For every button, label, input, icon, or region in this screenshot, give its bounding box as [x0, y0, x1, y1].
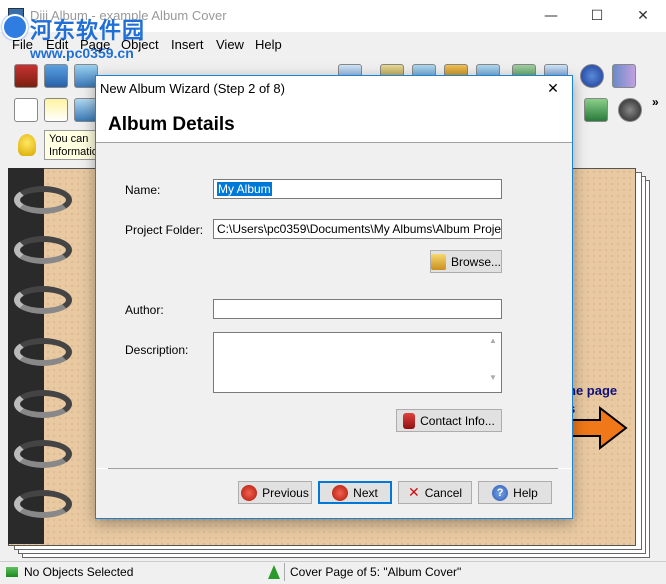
- exit-door-icon[interactable]: [612, 64, 636, 88]
- name-input-selected-text: My Album: [217, 182, 272, 196]
- menu-page[interactable]: Page: [80, 37, 110, 52]
- layout-icon[interactable]: [584, 98, 608, 122]
- next-page-arrow-icon[interactable]: [570, 406, 628, 450]
- status-divider: [284, 563, 285, 581]
- status-selection: No Objects Selected: [24, 565, 134, 579]
- next-button[interactable]: Next: [318, 481, 392, 504]
- open-folder-icon: [431, 253, 446, 270]
- cancel-button[interactable]: ✕ Cancel: [398, 481, 472, 504]
- contact-info-label: Contact Info...: [420, 413, 495, 428]
- new-page-icon[interactable]: [14, 98, 38, 122]
- description-textarea[interactable]: [213, 332, 502, 393]
- name-input[interactable]: My Album: [213, 179, 502, 199]
- menu-object[interactable]: Object: [121, 37, 159, 52]
- back-arrow-icon: [241, 484, 258, 501]
- help-icon[interactable]: [580, 64, 604, 88]
- menu-edit[interactable]: Edit: [46, 37, 68, 52]
- contact-info-button[interactable]: Contact Info...: [396, 409, 502, 432]
- menu-bar: File Edit Page Object Insert View Help: [0, 34, 666, 56]
- binder-ring-icon: [14, 490, 72, 518]
- help-button[interactable]: ? Help: [478, 481, 552, 504]
- close-button[interactable]: ✕: [620, 0, 666, 32]
- lightbulb-icon: [18, 134, 36, 156]
- project-folder-input[interactable]: C:\Users\pc0359\Documents\My Albums\Albu…: [213, 219, 502, 239]
- status-icon: [6, 567, 18, 577]
- magic-page-icon[interactable]: [44, 98, 68, 122]
- binder-ring-icon: [14, 236, 72, 264]
- help-question-icon: ?: [492, 484, 509, 501]
- contact-card-icon: [403, 412, 416, 429]
- open-album-icon[interactable]: [44, 64, 68, 88]
- previous-label: Previous: [262, 485, 309, 500]
- status-page-info: Cover Page of 5: "Album Cover": [290, 565, 462, 579]
- binder-ring-icon: [14, 186, 72, 214]
- author-label: Author:: [125, 303, 164, 317]
- cancel-x-icon: ✕: [407, 484, 420, 501]
- dialog-body: Name: My Album Project Folder: C:\Users\…: [96, 143, 572, 468]
- minimize-button[interactable]: —: [528, 0, 574, 32]
- hint-box: You can Informatio: [44, 130, 100, 160]
- forward-arrow-icon: [332, 484, 349, 501]
- page-hint-text: he page: [568, 383, 618, 398]
- menu-view[interactable]: View: [216, 37, 244, 52]
- description-label: Description:: [125, 343, 189, 357]
- binder-ring-icon: [14, 390, 72, 418]
- toolbar-overflow-icon[interactable]: »: [652, 95, 659, 109]
- menu-insert[interactable]: Insert: [171, 37, 204, 52]
- scroll-down-icon[interactable]: ▼: [485, 373, 501, 382]
- next-label: Next: [353, 485, 378, 500]
- binder-ring-icon: [14, 286, 72, 314]
- binder-ring-icon: [14, 440, 72, 468]
- new-album-wizard-dialog: New Album Wizard (Step 2 of 8) ✕ Album D…: [95, 75, 573, 519]
- dialog-footer: Previous Next ✕ Cancel ? Help: [96, 469, 572, 518]
- scroll-up-icon[interactable]: ▲: [485, 336, 501, 345]
- dialog-header: Album Details: [108, 114, 235, 135]
- cancel-label: Cancel: [424, 485, 463, 500]
- maximize-button[interactable]: ☐: [574, 0, 620, 32]
- name-label: Name:: [125, 183, 161, 197]
- browse-label: Browse...: [450, 254, 501, 269]
- author-input[interactable]: [213, 299, 502, 319]
- project-folder-label: Project Folder:: [125, 223, 204, 237]
- books-icon[interactable]: [14, 64, 38, 88]
- film-reel-icon[interactable]: [618, 98, 642, 122]
- help-label: Help: [513, 485, 538, 500]
- menu-file[interactable]: File: [12, 37, 33, 52]
- description-scrollbar[interactable]: ▲ ▼: [485, 333, 501, 392]
- dialog-title: New Album Wizard (Step 2 of 8): [100, 81, 285, 96]
- dialog-close-button[interactable]: ✕: [536, 76, 570, 102]
- previous-button[interactable]: Previous: [238, 481, 312, 504]
- browse-button[interactable]: Browse...: [430, 250, 502, 273]
- menu-help[interactable]: Help: [255, 37, 282, 52]
- binder-ring-icon: [14, 338, 72, 366]
